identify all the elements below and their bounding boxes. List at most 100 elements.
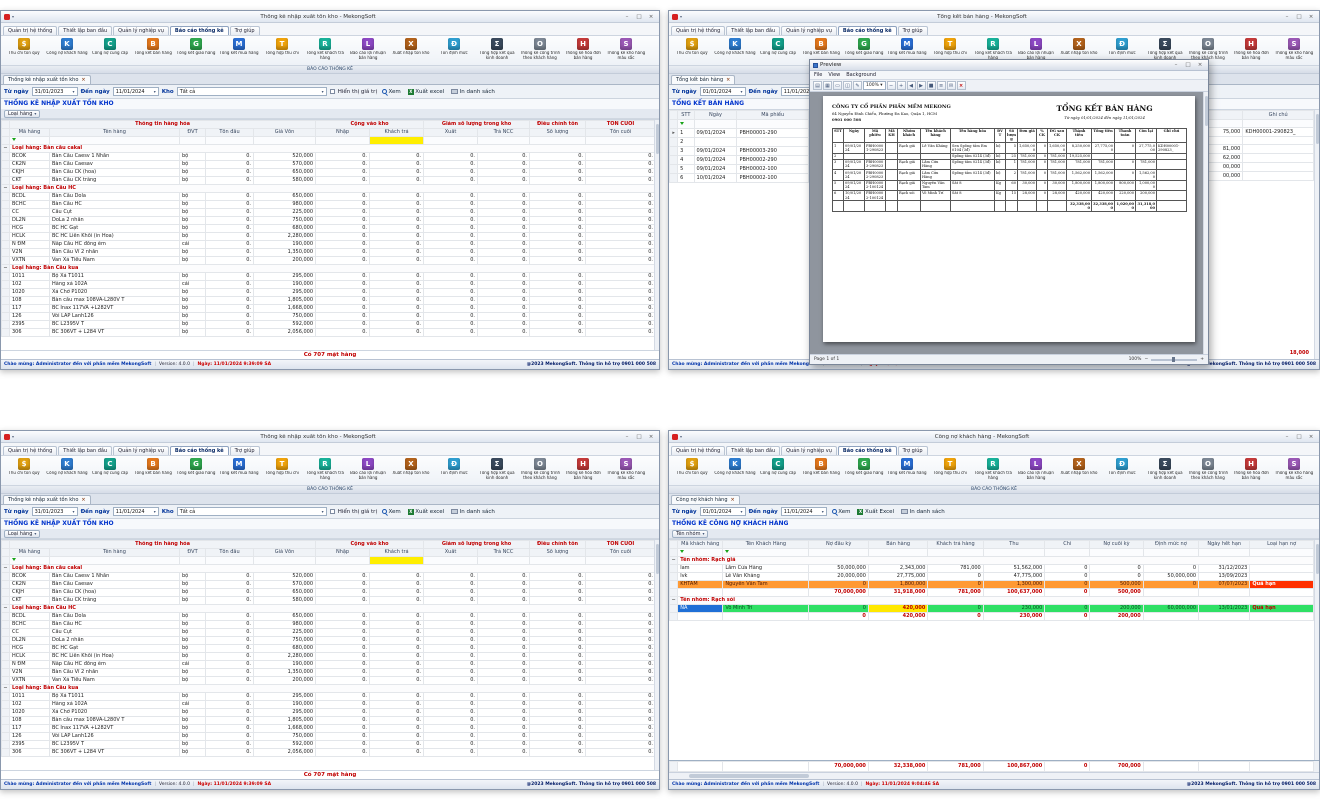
- menu-tab[interactable]: Báo cáo thống kê: [170, 26, 229, 35]
- debt-grid[interactable]: Mã khách hàngTên Khách HàngNợ đầu kỳBán …: [669, 539, 1319, 760]
- zoom-slider[interactable]: [1151, 359, 1197, 361]
- toolbar-button[interactable]: TTổng hợp thu chi: [929, 457, 971, 481]
- group-row[interactable]: −Tên nhóm: Rạch sỏi: [670, 597, 1314, 605]
- group-row[interactable]: −Loại hàng: Bàn Cầu kua: [2, 685, 656, 693]
- column-header[interactable]: Mã phiếu: [737, 111, 809, 120]
- close-button[interactable]: ×: [1195, 62, 1205, 68]
- quick-access-toolbar[interactable]: ▾: [680, 14, 682, 19]
- export-excel-button[interactable]: XXuất excel: [406, 509, 446, 515]
- column-header[interactable]: Chi: [1045, 541, 1090, 549]
- column-header[interactable]: Tồn đầu: [206, 129, 254, 137]
- zoom-select[interactable]: 100% ▾: [863, 81, 886, 90]
- table-row[interactable]: lvkLê Văn Kháng20,000,00027,775,000047,7…: [670, 573, 1314, 581]
- warehouse-select[interactable]: Tất cả▾: [177, 507, 327, 516]
- titlebar[interactable]: ▾ Thống kê nhập xuất tồn kho - MekongSof…: [1, 431, 659, 443]
- toolbar-button[interactable]: HThống kê hóa đơn bán hàng: [1230, 37, 1272, 61]
- menu-tab[interactable]: Thiết lập ban đầu: [726, 26, 780, 35]
- toolbar-button[interactable]: BTổng kết bán hàng: [800, 37, 842, 61]
- toolbar-button[interactable]: $Thu chi tồn quỹ: [671, 37, 713, 61]
- table-row[interactable]: 102Hàng xả 102Acái0.190,0000.0.0.0.0.0.: [2, 701, 656, 709]
- vertical-scrollbar[interactable]: [1314, 110, 1319, 359]
- group-row[interactable]: −Tên nhóm: Rạch giá: [670, 557, 1314, 565]
- table-row[interactable]: 409/01/2024PBH00002-290: [670, 156, 809, 165]
- show-values-checkbox[interactable]: [330, 89, 335, 94]
- column-header[interactable]: Mã hàng: [10, 549, 50, 557]
- column-header[interactable]: Trả NCC: [478, 549, 530, 557]
- table-row[interactable]: 1020Xả Chở P1020bộ0.295,0000.0.0.0.0.0.: [2, 709, 656, 717]
- column-header[interactable]: Ngày: [694, 111, 737, 120]
- toolbar-button[interactable]: ĐTồn định mức: [433, 457, 475, 481]
- close-tab-icon[interactable]: ×: [81, 77, 85, 83]
- table-row[interactable]: N ĐMNắp Cầu HC đồng êmcái0.190,0000.0.0.…: [2, 661, 656, 669]
- table-row[interactable]: 309/01/2024PBH00003-290: [670, 147, 809, 156]
- toolbar-button[interactable]: GTổng kết giao hàng: [175, 457, 217, 481]
- column-header[interactable]: Tên hàng: [50, 129, 180, 137]
- toolbar-button[interactable]: ΣTổng hợp kết quả kinh doanh: [1144, 37, 1186, 61]
- preview-tool-icon[interactable]: ✉: [947, 81, 956, 90]
- menu-tab[interactable]: Quản trị hệ thống: [3, 446, 57, 455]
- table-row[interactable]: 1011Bộ Xả T1011bộ0.295,0000.0.0.0.0.0.: [2, 273, 656, 281]
- view-button[interactable]: Xem: [380, 509, 403, 515]
- menu-tab[interactable]: Quản lý nghiệp vụ: [113, 26, 169, 35]
- table-row[interactable]: 00,000: [1209, 163, 1314, 172]
- group-row[interactable]: −Loại hàng: Bàn Cầu HC: [2, 605, 656, 613]
- menu-tab[interactable]: Quản lý nghiệp vụ: [113, 446, 169, 455]
- group-by-chip[interactable]: Loại hàng▾: [4, 110, 40, 118]
- column-header[interactable]: Số lượng: [530, 549, 586, 557]
- table-row[interactable]: 00,000: [1209, 172, 1314, 181]
- toolbar-button[interactable]: ĐTồn định mức: [1101, 37, 1143, 61]
- column-header[interactable]: Mã hàng: [10, 129, 50, 137]
- preview-tool-icon[interactable]: ◫: [843, 81, 852, 90]
- filter-row[interactable]: [2, 137, 656, 145]
- column-header[interactable]: Định mức nợ: [1143, 541, 1198, 549]
- column-header[interactable]: Giá Vốn: [254, 549, 316, 557]
- table-row[interactable]: 81,000: [1209, 145, 1314, 154]
- table-row[interactable]: BCHCBàn Cầu HCbộ0.980,0000.0.0.0.0.0.: [2, 621, 656, 629]
- quick-access-toolbar[interactable]: ▾: [680, 434, 682, 439]
- toolbar-button[interactable]: TTổng hợp thu chi: [261, 37, 303, 61]
- toolbar-button[interactable]: TTổng hợp thu chi: [929, 37, 971, 61]
- column-header[interactable]: Giá Vốn: [254, 129, 316, 137]
- table-row[interactable]: DL2NDoLa 2 nhấnbộ0.750,0000.0.0.0.0.0.: [2, 217, 656, 225]
- toolbar-button[interactable]: SThống kê kho hàng màu sắc: [1273, 457, 1315, 481]
- print-list-button[interactable]: In danh sách: [899, 509, 947, 515]
- table-row[interactable]: VXTNVan Xả Tiểu Nambộ0.200,0000.0.0.0.0.…: [2, 677, 656, 685]
- column-header[interactable]: Ngày hết hạn: [1199, 541, 1250, 549]
- table-row[interactable]: [1209, 137, 1314, 145]
- toolbar-button[interactable]: CCông nợ cung cấp: [89, 37, 131, 61]
- table-row[interactable]: CKTBàn Cầu CK trắngbộ0.580,0000.0.0.0.0.…: [2, 597, 656, 605]
- print-preview-dialog[interactable]: Preview–□×FileViewBackground▤▦▭◫✎100% ▾−…: [809, 59, 1209, 365]
- toolbar-button[interactable]: OThống kê công trình theo khách hàng: [1187, 37, 1229, 61]
- toolbar-button[interactable]: XXuất nhập tồn kho: [390, 37, 432, 61]
- preview-tool-icon[interactable]: ▦: [823, 81, 832, 90]
- minimize-button[interactable]: –: [1282, 14, 1292, 20]
- column-header[interactable]: Nợ đầu kỳ: [809, 541, 868, 549]
- vertical-scrollbar[interactable]: [1314, 540, 1319, 760]
- column-header[interactable]: Nợ cuối kỳ: [1090, 541, 1143, 549]
- table-row[interactable]: 306BC 306VT + L284 VTbộ0.2,056,0000.0.0.…: [2, 329, 656, 337]
- print-list-button[interactable]: In danh sách: [449, 89, 497, 95]
- menu-tab[interactable]: Quản trị hệ thống: [671, 446, 725, 455]
- preview-tool-icon[interactable]: ≡: [937, 81, 946, 90]
- close-tab-icon[interactable]: ×: [81, 497, 85, 503]
- menu-tab[interactable]: Quản trị hệ thống: [3, 26, 57, 35]
- titlebar[interactable]: ▾ Công nợ khách hàng - MekongSoft – □ ×: [669, 431, 1319, 443]
- document-tab[interactable]: Tổng kết bán hàng×: [671, 75, 735, 84]
- toolbar-button[interactable]: MTổng kết mua hàng: [218, 37, 260, 61]
- table-row[interactable]: CKTBàn Cầu CK trắngbộ0.580,0000.0.0.0.0.…: [2, 177, 656, 185]
- toolbar-button[interactable]: SThống kê kho hàng màu sắc: [605, 457, 647, 481]
- menu-tab[interactable]: Trợ giúp: [898, 26, 928, 35]
- filter-row[interactable]: [2, 557, 656, 565]
- table-row[interactable]: 117BC Inax 117VA +L282VTbộ0.1,668,0000.0…: [2, 725, 656, 733]
- minimize-button[interactable]: –: [1171, 62, 1181, 68]
- maximize-button[interactable]: □: [1294, 434, 1304, 440]
- toolbar-button[interactable]: $Thu chi tồn quỹ: [3, 457, 45, 481]
- preview-tool-icon[interactable]: ■: [927, 81, 936, 90]
- table-row[interactable]: 102Hàng xả 102Acái0.190,0000.0.0.0.0.0.: [2, 281, 656, 289]
- to-date-input[interactable]: 11/01/2024▾: [113, 507, 159, 516]
- table-row[interactable]: 1011Bộ Xả T1011bộ0.295,0000.0.0.0.0.0.: [2, 693, 656, 701]
- toolbar-button[interactable]: CCông nợ cung cấp: [757, 37, 799, 61]
- preview-tool-icon[interactable]: ◀: [907, 81, 916, 90]
- document-tab[interactable]: Thống kê nhập xuất tồn kho×: [3, 495, 91, 504]
- group-by-chip[interactable]: Tên nhóm▾: [672, 530, 708, 538]
